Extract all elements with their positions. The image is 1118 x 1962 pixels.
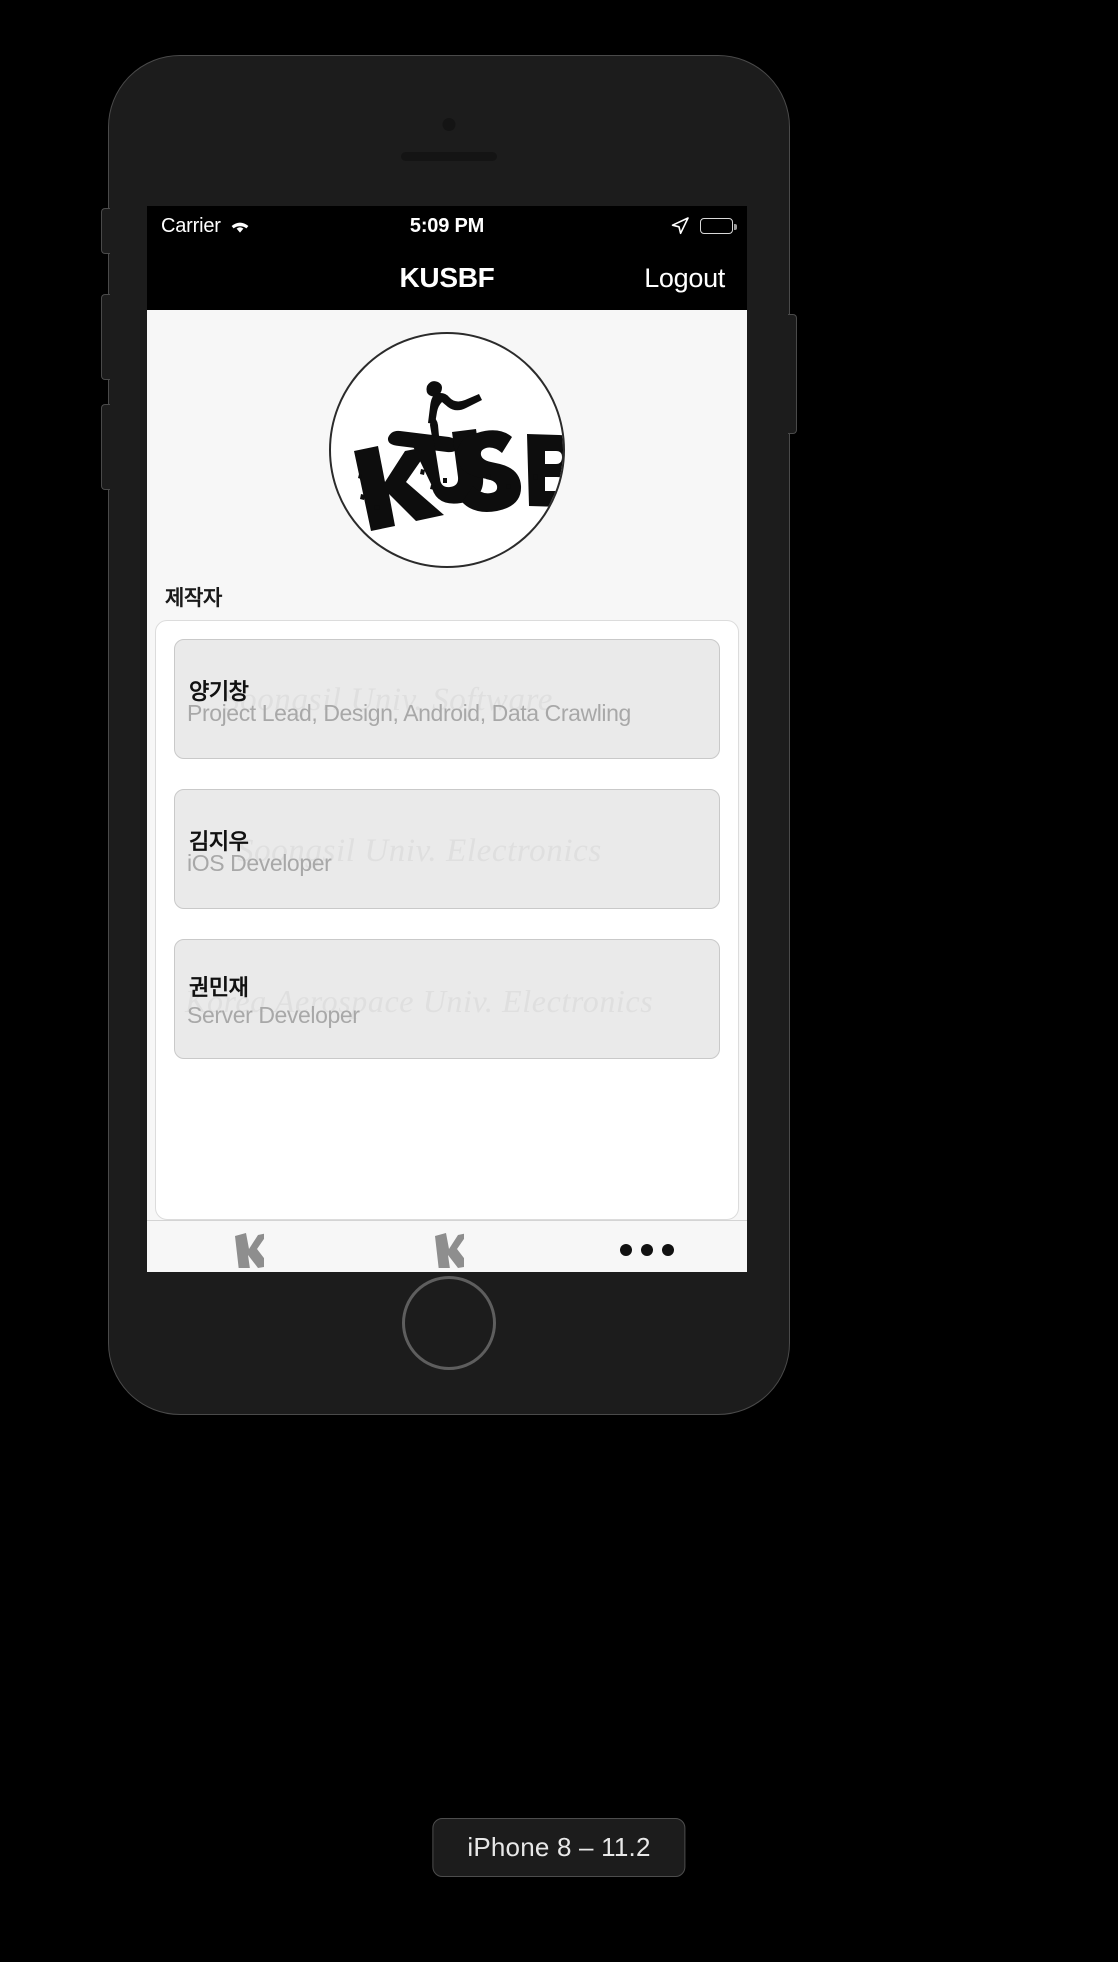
iphone-device-frame: Carrier 5:09 PM KUSBF Logout 제작자 Soongsi…: [101, 55, 797, 1415]
logo-container: [147, 310, 747, 568]
logout-button[interactable]: Logout: [644, 263, 725, 294]
more-dots-icon: [620, 1231, 674, 1269]
person-name: 김지우: [189, 829, 249, 854]
mute-switch[interactable]: [101, 208, 110, 254]
kusbf-k-icon: [230, 1231, 264, 1269]
front-camera: [442, 118, 456, 131]
section-label-creators: 제작자: [165, 587, 223, 610]
wifi-icon: [229, 218, 251, 234]
earpiece-speaker: [401, 152, 497, 161]
list-item[interactable]: Soongsil Univ. Software 양기창 Project Lead…: [174, 639, 720, 759]
status-bar-left: Carrier: [161, 215, 251, 238]
volume-down-button[interactable]: [101, 404, 110, 490]
battery-full-icon: [700, 218, 737, 234]
tab-power-meter[interactable]: 전투력측정기: [147, 1221, 347, 1272]
power-button[interactable]: [788, 314, 797, 434]
status-bar-right: [670, 216, 737, 236]
simulator-window: Carrier 5:09 PM KUSBF Logout 제작자 Soongsi…: [0, 0, 1118, 1962]
list-item[interactable]: Soongsil Univ. Electronics 김지우 iOS Devel…: [174, 789, 720, 909]
status-bar: Carrier 5:09 PM: [147, 206, 747, 246]
content-area: 제작자 Soongsil Univ. Software 양기창 Project …: [147, 310, 747, 1220]
device-screen: Carrier 5:09 PM KUSBF Logout 제작자 Soongsi…: [147, 206, 747, 1272]
person-name: 권민재: [189, 975, 249, 1000]
home-button[interactable]: [402, 1276, 496, 1370]
tab-more[interactable]: 더보기: [547, 1221, 747, 1272]
tab-union-records[interactable]: 연합전체기록: [347, 1221, 547, 1272]
creators-list-card: Soongsil Univ. Software 양기창 Project Lead…: [155, 620, 739, 1220]
device-name-label: iPhone 8 – 11.2: [432, 1818, 686, 1877]
carrier-label: Carrier: [161, 214, 221, 237]
volume-up-button[interactable]: [101, 294, 110, 380]
person-role: Server Developer: [187, 1002, 360, 1028]
navigation-bar: KUSBF Logout: [147, 246, 747, 310]
kusbf-logo: [329, 332, 565, 568]
kusbf-k-icon: [430, 1231, 464, 1269]
person-name: 양기창: [189, 679, 249, 704]
person-role: Project Lead, Design, Android, Data Craw…: [187, 700, 631, 726]
location-arrow-icon: [670, 216, 690, 236]
list-item[interactable]: Korea Aerospace Univ. Electronics 권민재 Se…: [174, 939, 720, 1059]
tab-bar: 전투력측정기 연합전체기록: [147, 1220, 747, 1272]
